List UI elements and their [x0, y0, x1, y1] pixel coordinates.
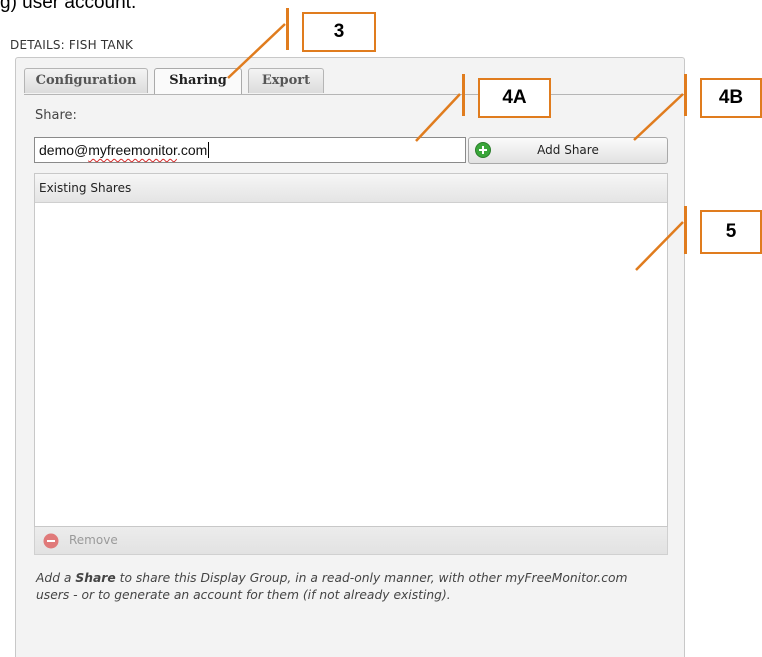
- callout-5: 5: [700, 210, 762, 254]
- callout-3-bracket: [286, 8, 289, 50]
- help-text: Add a Share to share this Display Group,…: [36, 570, 656, 603]
- callout-3: 3: [302, 12, 376, 52]
- text-caret: [208, 142, 210, 158]
- remove-button[interactable]: Remove: [69, 533, 118, 547]
- intro-text: g) user account.: [0, 0, 137, 13]
- share-input-value-misspelled: myfreemonitor: [88, 142, 177, 158]
- existing-shares-grid[interactable]: Existing Shares: [34, 173, 668, 527]
- add-share-button[interactable]: Add Share: [468, 137, 668, 164]
- tab-sharing[interactable]: Sharing: [154, 68, 242, 95]
- tab-export[interactable]: Export: [248, 68, 324, 93]
- share-input-value-prefix: demo@: [39, 142, 89, 158]
- callout-4a-bracket: [462, 74, 465, 116]
- existing-shares-header: Existing Shares: [35, 174, 667, 203]
- callout-4a: 4A: [478, 78, 551, 118]
- plus-circle-icon: [475, 142, 491, 158]
- share-input[interactable]: demo@myfreemonitor.com: [34, 137, 466, 163]
- tab-divider: [24, 94, 684, 95]
- help-text-bold: Share: [75, 571, 116, 585]
- grid-toolbar: Remove: [34, 527, 668, 555]
- help-text-end: to share this Display Group, in a read-o…: [36, 571, 628, 602]
- details-panel: Configuration Sharing Export Share: demo…: [15, 57, 685, 657]
- share-label: Share:: [35, 108, 77, 123]
- tab-configuration[interactable]: Configuration: [24, 68, 148, 93]
- help-text-start: Add a: [36, 571, 76, 585]
- details-title: DETAILS: FISH TANK: [10, 38, 134, 52]
- share-input-value-suffix: .com: [176, 142, 208, 158]
- callout-4b-bracket: [684, 74, 687, 116]
- add-share-label: Add Share: [537, 143, 599, 157]
- minus-circle-icon: [43, 533, 59, 549]
- callout-4b: 4B: [700, 78, 762, 118]
- callout-5-bracket: [684, 206, 687, 254]
